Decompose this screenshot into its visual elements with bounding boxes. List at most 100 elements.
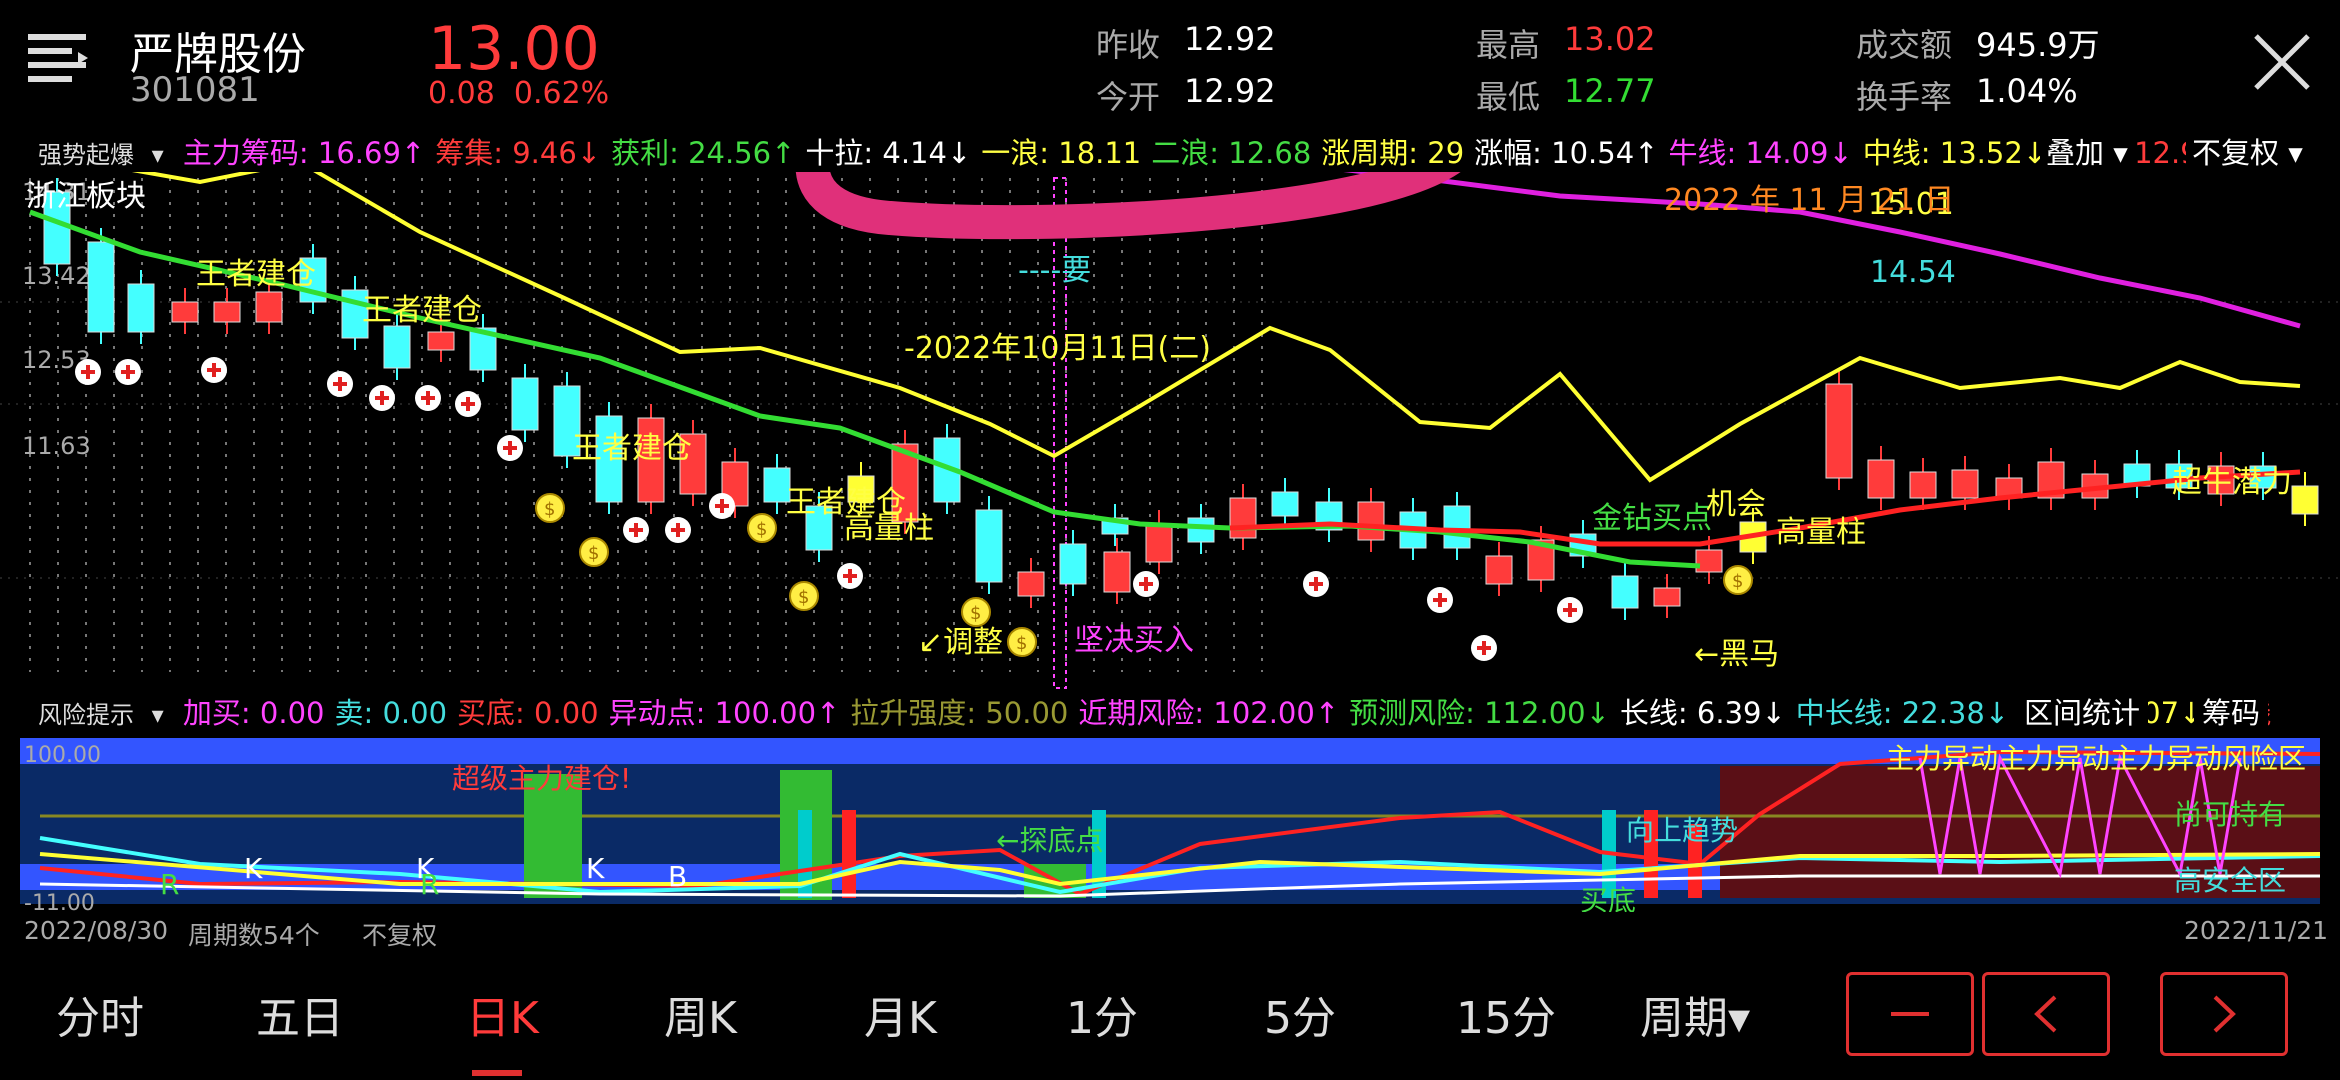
start-date: 2022/08/30 <box>24 916 169 945</box>
candle <box>171 301 199 323</box>
sub-annotation: B <box>668 860 687 893</box>
low-label: 最低 <box>1476 78 1541 116</box>
money-bag-icon: $ <box>1016 633 1027 654</box>
price-tick: 11.63 <box>22 432 91 460</box>
money-bag-icon: $ <box>798 587 809 608</box>
indicator-value: 牛线: 14.09↓ <box>1668 136 1853 170</box>
high-label: 最高 <box>1476 26 1541 64</box>
tab-5[interactable]: 1分 <box>1066 982 1138 1046</box>
chevron-right-icon <box>2213 995 2236 1033</box>
tab-0[interactable]: 分时 <box>56 982 144 1046</box>
price-change: 0.08 0.62% <box>428 76 609 111</box>
candle <box>213 301 241 323</box>
active-tab-indicator <box>472 1070 522 1076</box>
chart-annotation: 王者建仓 <box>362 293 482 328</box>
chart-annotation: ↙调整 <box>918 625 1003 660</box>
current-price: 13.00 <box>428 14 600 84</box>
high-value: 13.02 <box>1564 20 1656 58</box>
open-value: 12.92 <box>1184 72 1276 110</box>
indicator-value: 二浪: 12.68 <box>1151 136 1312 170</box>
candle <box>1229 497 1257 539</box>
stock-code: 301081 <box>130 70 260 110</box>
tab-7[interactable]: 15分 <box>1456 982 1556 1046</box>
highlight-circle <box>796 172 1461 240</box>
candle <box>1653 587 1681 607</box>
tab-6[interactable]: 5分 <box>1264 982 1336 1046</box>
period-tabs: 分时 五日 日K 周K 月K 1分 5分 15分 周期▾ <box>0 952 2340 1080</box>
indicator-value: 十拉: 4.14↓ <box>805 136 972 170</box>
indicator-value: 主力筹码: 16.69↑ <box>182 136 426 170</box>
indicator-value: 近期风险: 102.00↑ <box>1078 696 1340 730</box>
overlay-button[interactable]: 叠加 ▾ <box>2040 130 2134 172</box>
chart-annotation: 高量柱 <box>844 511 934 546</box>
chips-button[interactable]: 筹码 <box>2194 690 2269 732</box>
interval-stats-button[interactable]: 区间统计 <box>2016 690 2149 732</box>
candle <box>1909 471 1937 499</box>
change-percent: 0.62% <box>513 76 610 111</box>
chart-annotation: 王者建仓 <box>196 257 316 292</box>
candle <box>1951 469 1979 499</box>
tab-4[interactable]: 月K <box>864 982 937 1046</box>
indicator-value: 获利: 24.56↑ <box>611 136 796 170</box>
candle <box>2291 485 2319 515</box>
indicator-value: 买底: 0.00 <box>457 696 599 730</box>
sub-annotation: 主力异动主力异动主力异动风险区 <box>1886 742 2306 775</box>
turnover-value: 945.9万 <box>1976 26 2100 64</box>
candle <box>1017 571 1045 597</box>
next-button[interactable] <box>2160 972 2288 1056</box>
turnover-rate-value: 1.04% <box>1976 72 2078 110</box>
indicator-value: 一浪: 18.11 <box>981 136 1142 170</box>
risk-indicator-chart[interactable]: 100.00 -11.00 超级主力建仓! ←探底点 向上趋势 主力异动主力异动主力异动风… <box>0 734 2340 912</box>
sub-annotation: 超级主力建仓! <box>452 762 631 795</box>
sub-annotation: 向上趋势 <box>1626 814 1738 847</box>
sub-annotation: 高安全区 <box>2174 864 2286 897</box>
candle <box>1825 383 1853 479</box>
footer-adjust: 不复权 <box>362 921 438 950</box>
sub-indicator-selector[interactable]: 风险提示 ▾ <box>38 701 164 729</box>
date-info-row: 2022/08/30 周期数54个 不复权 2022/11/21 <box>0 912 2340 952</box>
indicator-value: 长线: 6.39↓ <box>1619 696 1786 730</box>
tab-3[interactable]: 周K <box>664 982 737 1046</box>
prev-button[interactable] <box>1982 972 2110 1056</box>
chart-annotation: -2022年10月11日(二) <box>904 331 1211 366</box>
tab-2[interactable]: 日K <box>466 982 539 1046</box>
sub-annotation: ←探底点 <box>996 824 1103 857</box>
tab-8[interactable]: 周期▾ <box>1640 982 1750 1046</box>
indicator-selector[interactable]: 强势起爆 ▾ <box>38 141 164 169</box>
candle <box>1271 491 1299 517</box>
change-value: 0.08 <box>428 76 495 111</box>
signal-bar <box>842 810 856 898</box>
money-bag-icon: $ <box>1732 571 1743 592</box>
sector-label: 浙江板块 <box>26 179 146 214</box>
money-bag-icon: $ <box>756 519 767 540</box>
candle <box>1867 459 1895 499</box>
chart-annotation: ----要 <box>1018 253 1091 288</box>
turnover-rate-label: 换手率 <box>1856 78 1953 116</box>
candle <box>975 509 1003 583</box>
adjust-button[interactable]: 不复权 ▾ <box>2186 130 2309 172</box>
candle <box>127 283 155 333</box>
menu-icon[interactable] <box>24 30 90 86</box>
zoom-out-button[interactable] <box>1846 972 1974 1056</box>
candle <box>255 291 283 323</box>
sub-annotation: 买底 <box>1580 884 1636 912</box>
chart-annotation: ←黑马 <box>1694 637 1779 672</box>
period-count: 周期数54个 <box>188 921 320 950</box>
chart-annotation: 金钻买点 <box>1592 501 1712 536</box>
sub-indicator-values: 加买: 0.00 卖: 0.00 买底: 0.00 异动点: 100.00↑ 拉升强度:… <box>183 696 2282 730</box>
candle <box>1059 543 1087 585</box>
chart-annotation: 坚决买入 <box>1074 623 1194 658</box>
close-icon[interactable] <box>2250 30 2314 94</box>
sub-annotation: R <box>160 868 179 901</box>
chart-annotation: 高量柱 <box>1776 515 1866 550</box>
money-bag-icon: $ <box>544 499 555 520</box>
sub-annotation: R <box>420 868 439 901</box>
low-value: 12.77 <box>1564 72 1656 110</box>
prev-close-value: 12.92 <box>1184 20 1276 58</box>
sub-annotation: K <box>586 852 605 885</box>
tab-1[interactable]: 五日 <box>256 982 344 1046</box>
minus-icon <box>1891 1012 1929 1016</box>
chart-annotation: 王者建仓 <box>572 431 692 466</box>
candle <box>1695 549 1723 573</box>
kline-chart[interactable]: 14.3113.4212.5311.63$$$$$$$王者建仓王者建仓王者建仓王… <box>0 172 2340 690</box>
